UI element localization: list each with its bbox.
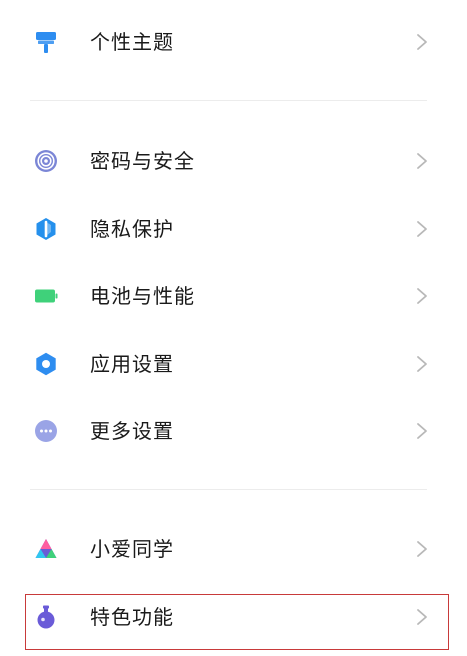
privacy-shield-icon	[34, 217, 58, 241]
menu-item-password-security[interactable]: 密码与安全	[0, 133, 467, 189]
menu-item-label: 隐私保护	[90, 217, 174, 241]
chevron-right-icon	[416, 220, 428, 238]
battery-icon	[34, 284, 58, 308]
menu-item-label: 小爱同学	[90, 537, 174, 561]
xiaoai-icon	[34, 537, 58, 561]
chevron-right-icon	[416, 287, 428, 305]
more-dots-icon	[34, 419, 58, 443]
menu-item-personal-theme[interactable]: 个性主题	[0, 14, 467, 70]
paint-roller-icon	[34, 30, 58, 54]
section-divider	[30, 100, 427, 101]
section-divider	[30, 489, 427, 490]
gear-icon	[34, 352, 58, 376]
menu-item-label: 应用设置	[90, 352, 174, 376]
chevron-right-icon	[416, 355, 428, 373]
chevron-right-icon	[416, 33, 428, 51]
menu-item-xiaoai[interactable]: 小爱同学	[0, 521, 467, 577]
menu-item-more-settings[interactable]: 更多设置	[0, 403, 467, 459]
menu-item-battery-performance[interactable]: 电池与性能	[0, 268, 467, 324]
chevron-right-icon	[416, 422, 428, 440]
menu-item-label: 个性主题	[90, 30, 174, 54]
menu-item-label: 密码与安全	[90, 149, 195, 173]
fingerprint-icon	[34, 149, 58, 173]
menu-item-privacy[interactable]: 隐私保护	[0, 201, 467, 257]
chevron-right-icon	[416, 540, 428, 558]
menu-item-label: 更多设置	[90, 419, 174, 443]
highlight-box	[25, 594, 449, 650]
menu-item-app-settings[interactable]: 应用设置	[0, 336, 467, 392]
menu-item-label: 电池与性能	[90, 284, 195, 308]
chevron-right-icon	[416, 152, 428, 170]
